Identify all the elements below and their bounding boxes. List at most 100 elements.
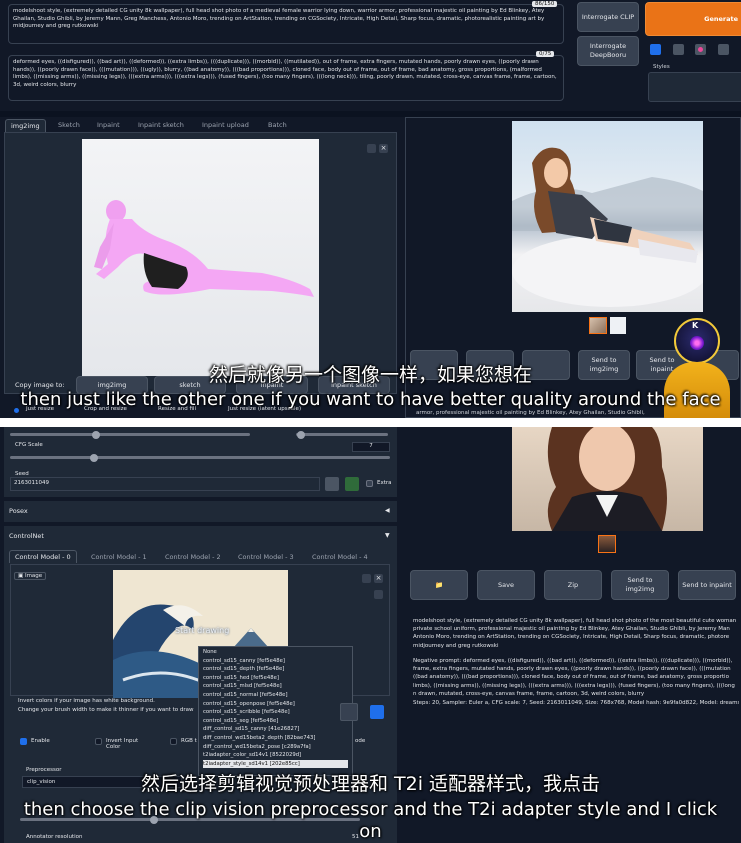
zip-button[interactable]: Zip xyxy=(544,570,602,600)
prompt-textbox[interactable]: modelshoot style, (extremely detailed CG… xyxy=(8,4,564,44)
rgb-checkbox[interactable] xyxy=(170,738,177,745)
model-option[interactable]: control_sd15_normal [fef5e48e] xyxy=(203,691,348,700)
extra-checkbox[interactable] xyxy=(366,480,373,487)
tab-img2img[interactable]: img2img xyxy=(5,119,46,132)
open-folder-button[interactable]: 📁 xyxy=(410,570,468,600)
start-drawing-overlay: Start drawing xyxy=(175,626,230,635)
paint-icon[interactable] xyxy=(650,44,661,55)
posex-header[interactable]: Posex xyxy=(9,507,28,515)
interrogate-clip-button[interactable]: Interrogate CLIP xyxy=(577,2,639,32)
model-option[interactable]: diff_control_sd15_canny [41e26827] xyxy=(203,725,348,734)
cfg-scale-slider[interactable] xyxy=(10,453,390,462)
cfg-scale-label: CFG Scale xyxy=(15,442,43,448)
brush-hint: Change your brush width to make it thinn… xyxy=(18,707,194,713)
woman-portrait xyxy=(547,427,667,531)
posex-collapse-icon[interactable]: ◀ xyxy=(385,507,390,514)
save-style-icon[interactable] xyxy=(718,44,729,55)
model-option[interactable]: t2iadapter_color_sd14v1 [8522029d] xyxy=(203,751,348,760)
styles-select[interactable] xyxy=(648,72,741,102)
image-icon: ▣ xyxy=(18,573,25,579)
model-option-selected[interactable]: t2iadapter_style_sd14v1 [202e85cc] xyxy=(203,759,348,769)
brush-icon[interactable] xyxy=(374,590,383,599)
tab-control-model-2[interactable]: Control Model - 2 xyxy=(165,553,221,561)
enable-checkbox[interactable] xyxy=(20,738,27,745)
generate-button[interactable]: Generate xyxy=(645,2,741,36)
tab-sketch[interactable]: Sketch xyxy=(58,121,80,129)
seed-input[interactable]: 2163011049 xyxy=(10,477,320,491)
portrait-thumbnail[interactable] xyxy=(598,535,616,553)
interrogate-deepbooru-button[interactable]: Interrogate DeepBooru xyxy=(577,36,639,66)
subtitle-english-top: then just like the other one if you want… xyxy=(20,389,721,410)
send-to-inpaint-button[interactable]: Send to inpaint xyxy=(678,570,736,600)
negative-prompt-textbox[interactable]: deformed eyes, ((disfigured)), ((bad art… xyxy=(8,55,564,101)
send-to-img2img-button[interactable]: Send to img2img xyxy=(611,570,669,600)
model-field-right[interactable] xyxy=(340,703,358,721)
generation-info-steps: Steps: 20, Sampler: Euler a, CFG scale: … xyxy=(413,700,739,706)
image-label: ▣ Image xyxy=(14,572,47,580)
output-caption-partial: armor, professional majestic oil paintin… xyxy=(416,410,645,416)
prompt-token-counter: 86/150 xyxy=(532,1,558,7)
generation-info-negative: Negative prompt: deformed eyes, ((disfig… xyxy=(413,658,735,697)
negative-token-counter: 0/75 xyxy=(536,51,555,57)
undo-icon[interactable] xyxy=(362,574,371,583)
subtitle-chinese-bottom: 然后选择剪辑视觉预处理器和 T2i 适配器样式，我点击 xyxy=(140,773,601,795)
thumbnail-2[interactable] xyxy=(610,317,626,334)
model-option[interactable]: diff_control_wd15beta2_depth [82bae743] xyxy=(203,734,348,743)
trash-icon[interactable] xyxy=(673,44,684,55)
seed-value: 2163011049 xyxy=(14,480,49,486)
close-icon-controlnet[interactable]: × xyxy=(374,574,383,583)
model-option[interactable]: control_sd15_openpose [fef5e48e] xyxy=(203,700,348,709)
model-option[interactable]: None xyxy=(203,648,348,657)
cfg-value: 7 xyxy=(369,443,373,449)
red-style-icon[interactable] xyxy=(695,44,706,55)
invert-input-checkbox[interactable] xyxy=(95,738,102,745)
model-option[interactable]: control_sd15_depth [fef5e48e] xyxy=(203,665,348,674)
refresh-models-icon[interactable] xyxy=(370,705,384,719)
model-option[interactable]: control_sd15_hed [fef5e48e] xyxy=(203,674,348,683)
controlnet-expand-icon[interactable]: ▼ xyxy=(385,532,390,539)
rgb-label: RGB t xyxy=(181,738,197,744)
model-dropdown-list[interactable]: None control_sd15_canny [fef5e48e] contr… xyxy=(198,646,353,776)
tab-inpaint-sketch[interactable]: Inpaint sketch xyxy=(138,121,184,129)
top-screenshot: modelshoot style, (extremely detailed CG… xyxy=(0,0,741,418)
controlnet-header[interactable]: ControlNet xyxy=(9,532,44,540)
model-option[interactable]: diff_control_wd15beta2_pose [c289a7fa] xyxy=(203,743,348,752)
tab-control-model-3[interactable]: Control Model - 3 xyxy=(238,553,294,561)
bottom-screenshot: CFG Scale 7 Seed 2163011049 Extra Posex … xyxy=(0,427,741,843)
generated-image[interactable] xyxy=(512,121,703,312)
model-option[interactable]: control_sd15_mlsd [fef5e48e] xyxy=(203,682,348,691)
close-icon[interactable]: × xyxy=(379,144,388,153)
cfg-scale-input[interactable]: 7 xyxy=(352,442,390,452)
styles-label: Styles xyxy=(653,64,670,70)
tab-control-model-0[interactable]: Control Model - 0 xyxy=(9,550,77,563)
invert-hint: Invert colors if your image has white ba… xyxy=(18,698,155,704)
portrait-image[interactable] xyxy=(512,427,703,531)
subtitle-chinese-top: 然后就像另一个图像一样，如果您想在 xyxy=(208,364,532,386)
style-tool-buttons xyxy=(648,43,741,59)
dice-icon[interactable] xyxy=(325,477,339,491)
width-slider[interactable] xyxy=(10,430,250,439)
invert-input-label: Invert Input Color xyxy=(106,738,139,750)
tab-inpaint[interactable]: Inpaint xyxy=(97,121,120,129)
model-option[interactable]: control_sd15_seg [fef5e48e] xyxy=(203,717,348,726)
tab-inpaint-upload[interactable]: Inpaint upload xyxy=(202,121,249,129)
negative-prompt-text: deformed eyes, ((disfigured)), ((bad art… xyxy=(13,59,557,88)
generation-info-prompt: modelshoot style, (extremely detailed CG… xyxy=(413,618,737,649)
recycle-icon[interactable] xyxy=(345,477,359,491)
tab-batch[interactable]: Batch xyxy=(268,121,287,129)
tab-control-model-1[interactable]: Control Model - 1 xyxy=(91,553,147,561)
model-option[interactable]: control_sd15_canny [fef5e48e] xyxy=(203,657,348,666)
model-option[interactable]: control_sd15_scribble [fef5e48e] xyxy=(203,708,348,717)
save-button[interactable]: Save xyxy=(477,570,535,600)
prompt-text: modelshoot style, (extremely detailed CG… xyxy=(13,8,545,30)
avatar-letter: K xyxy=(692,321,699,330)
batch-slider[interactable] xyxy=(296,430,388,439)
avatar-eye-icon xyxy=(690,336,704,350)
thumbnail-1[interactable] xyxy=(589,317,607,334)
tab-control-model-4[interactable]: Control Model - 4 xyxy=(312,553,368,561)
subtitle-english-bottom: then choose the clip vision preprocessor… xyxy=(23,799,718,842)
pose-figure xyxy=(94,200,314,297)
mode-label: ode xyxy=(355,738,366,744)
input-image[interactable] xyxy=(82,139,319,376)
edit-icon[interactable] xyxy=(367,144,376,153)
